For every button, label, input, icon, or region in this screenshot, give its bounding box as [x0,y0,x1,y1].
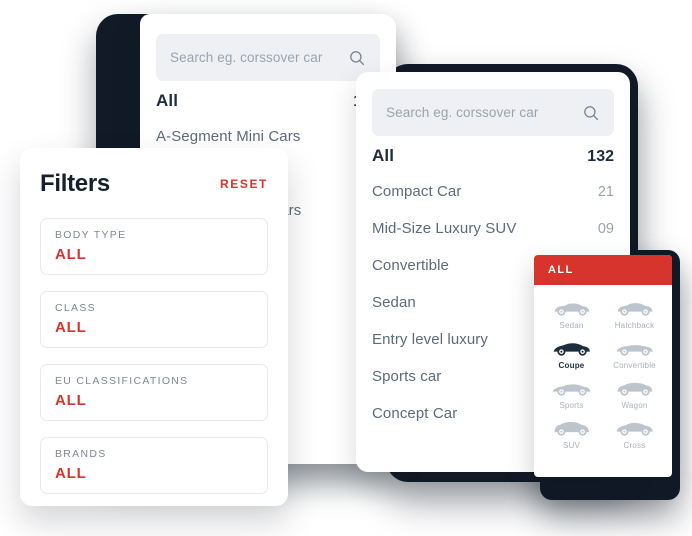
list-item-count: 09 [597,221,614,237]
list-item-label: Concept Car [372,405,458,422]
body-type-option-label: Sedan [559,321,584,330]
filter-field-label: CLASS [55,302,96,314]
list-item[interactable]: Compact Car 21 [372,183,614,220]
search-icon [350,50,365,65]
body-type-option-convertible[interactable]: Convertible [603,334,666,372]
page-title: Filters [40,170,110,197]
car-cross-icon [616,422,653,436]
car-sports-icon [552,384,590,396]
list-item-label: All [156,91,179,110]
car-sedan-icon [554,303,589,316]
filter-field-label: BODY TYPE [55,229,127,241]
filter-field-value: ALL [55,319,87,336]
car-coupe-icon [553,343,590,356]
list-item-label: A-Segment Mini Cars [156,128,301,145]
filters-header: Filters RESET [40,170,268,198]
car-hatchback-icon [617,303,652,316]
body-type-option-coupe[interactable]: Coupe [540,334,603,372]
search-field-right[interactable] [372,89,614,136]
body-type-option-label: Wagon [621,401,648,410]
filter-field-class[interactable]: CLASS ALL [40,291,268,348]
body-type-option-label: Sports [559,401,584,410]
body-type-option-hatchback[interactable]: Hatchback [603,294,666,332]
search-icon [584,105,599,120]
filter-field-value: ALL [55,465,87,482]
body-type-option-wagon[interactable]: Wagon [603,374,666,412]
list-item-label: Entry level luxury [372,331,489,348]
car-wagon-icon [617,382,652,396]
body-type-option-label: Cross [623,441,646,450]
list-item-label: Sedan [372,294,416,311]
filter-field-value: ALL [55,392,87,409]
body-type-option-suv[interactable]: SUV [540,414,603,452]
list-item-label: Sports car [372,368,442,385]
list-item[interactable]: All132 [156,91,380,128]
reset-button[interactable]: RESET [220,177,268,191]
list-item-label: Convertible [372,257,449,274]
list-item-label: All [372,146,395,165]
body-type-option-sports[interactable]: Sports [540,374,603,412]
body-type-option-label: Convertible [613,361,656,370]
search-input-middle[interactable] [170,50,348,65]
filter-field-label: BRANDS [55,448,107,460]
car-suv-icon [554,422,589,436]
list-item-count: 132 [587,148,614,165]
body-type-option-label: SUV [562,441,581,450]
list-item-label: Compact Car [372,183,462,200]
list-item[interactable]: All 132 [372,146,614,183]
filter-field-value: ALL [55,246,87,263]
filters-card: Filters RESET BODY TYPE ALL CLASS ALL EU CLA… [20,148,288,506]
body-type-panel-header: ALL [534,255,672,285]
body-type-option-label: Coupe [558,361,585,370]
list-item-label: Mid-Size Luxury SUV [372,220,517,237]
body-type-panel: ALL Sedan Hatchback Coupe Convertible Sp… [534,255,672,477]
filter-field-label: EU CLASSIFICATIONS [55,375,189,387]
car-convertible-icon [616,345,653,356]
filter-field-eu-classifications[interactable]: EU CLASSIFICATIONS ALL [40,364,268,421]
list-item[interactable]: Mid-Size Luxury SUV 09 [372,220,614,257]
filter-field-list: BODY TYPE ALL CLASS ALL EU CLASSIFICATIONS AL… [40,218,268,494]
screenshot-stage: All 132 A-Segment Mini Cars 21 Compact Car 09… [0,0,692,536]
search-field-middle[interactable] [156,34,380,81]
body-type-option-sedan[interactable]: Sedan [540,294,603,332]
body-type-option-label: Hatchback [614,321,655,330]
body-type-option-cross[interactable]: Cross [603,414,666,452]
search-input-right[interactable] [386,105,582,120]
list-item-count: 21 [597,184,614,200]
body-type-options-grid[interactable]: Sedan Hatchback Coupe Convertible Sports [534,285,672,460]
filter-field-body-type[interactable]: BODY TYPE ALL [40,218,268,275]
filter-field-brands[interactable]: BRANDS ALL [40,437,268,494]
